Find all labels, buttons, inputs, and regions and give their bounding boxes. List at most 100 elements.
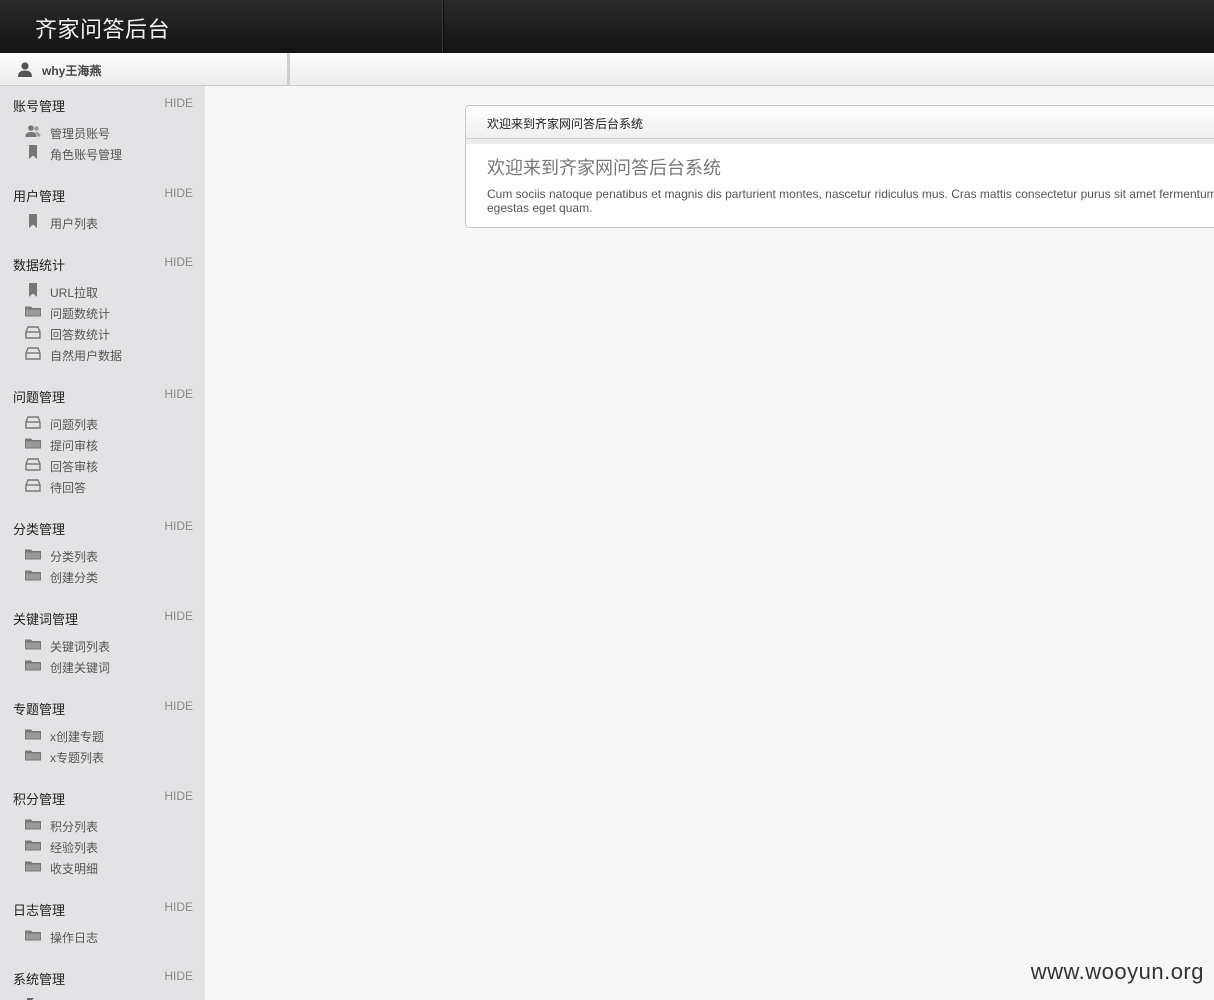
- inbox-icon: [25, 415, 41, 429]
- sidebar-item[interactable]: 收支明细: [0, 856, 205, 877]
- sidebar-item[interactable]: 问题数统计: [0, 301, 205, 322]
- sidebar-item-label: 创建分类: [50, 571, 99, 585]
- folder-icon: [25, 547, 41, 561]
- sidebar-item[interactable]: x专题列表: [0, 745, 205, 766]
- sidebar-item[interactable]: x创建专题: [0, 724, 205, 745]
- section-title: 数据统计: [13, 258, 66, 273]
- inbox-icon: [25, 478, 41, 492]
- sidebar-section-header: 关键词管理 HIDE: [0, 603, 205, 627]
- sidebar-item[interactable]: 创建分类: [0, 565, 205, 586]
- sidebar-item[interactable]: 管理员账号: [0, 121, 205, 142]
- sidebar-item-label: URL拉取: [50, 286, 99, 300]
- app-title[interactable]: 齐家问答后台: [35, 12, 170, 44]
- hide-toggle[interactable]: HIDE: [164, 186, 193, 200]
- section-title: 问题管理: [13, 390, 66, 405]
- inbox-icon: [25, 325, 41, 339]
- sidebar-item-label: 待回答: [50, 481, 87, 495]
- hide-toggle[interactable]: HIDE: [164, 96, 193, 110]
- sidebar-item[interactable]: 创建关键词: [0, 655, 205, 676]
- user-icon: [18, 62, 32, 77]
- hide-toggle[interactable]: HIDE: [164, 255, 193, 269]
- sidebar-section-header: 账号管理 HIDE: [0, 90, 205, 114]
- sidebar-item[interactable]: 退出: [0, 994, 205, 1000]
- watermark: www.wooyun.org: [1030, 959, 1204, 984]
- sidebar-item-label: x创建专题: [50, 730, 105, 744]
- title-box: 齐家问答后台: [0, 0, 444, 53]
- hide-toggle[interactable]: HIDE: [164, 900, 193, 914]
- user-bar: why王海燕: [0, 53, 1214, 86]
- sidebar-item[interactable]: 角色账号管理: [0, 142, 205, 163]
- sidebar-item-label: 收支明细: [50, 862, 99, 876]
- sidebar-item-label: 经验列表: [50, 841, 99, 855]
- user-box: why王海燕: [0, 53, 290, 86]
- sidebar-section-header: 专题管理 HIDE: [0, 693, 205, 717]
- section-title: 分类管理: [13, 522, 66, 537]
- sidebar-section-header: 分类管理 HIDE: [0, 513, 205, 537]
- sidebar-item[interactable]: URL拉取: [0, 280, 205, 301]
- folder-icon: [25, 568, 41, 582]
- folder-icon: [25, 928, 41, 942]
- folder-icon: [25, 727, 41, 741]
- sidebar-section-header: 积分管理 HIDE: [0, 783, 205, 807]
- panel-text-line: Cum sociis natoque penatibus et magnis d…: [487, 187, 1214, 201]
- sidebar-item[interactable]: 用户列表: [0, 211, 205, 232]
- section-title: 账号管理: [13, 99, 66, 114]
- hide-toggle[interactable]: HIDE: [164, 699, 193, 713]
- sidebar-item[interactable]: 提问审核: [0, 433, 205, 454]
- sidebar-item-label: 创建关键词: [50, 661, 111, 675]
- sidebar-item-label: 操作日志: [50, 931, 99, 945]
- panel-header-text: 欢迎来到齐家网问答后台系统: [487, 117, 644, 131]
- section-title: 关键词管理: [13, 612, 79, 627]
- hide-toggle[interactable]: HIDE: [164, 789, 193, 803]
- inbox-icon: [25, 346, 41, 360]
- sidebar-item-label: 自然用户数据: [50, 349, 123, 363]
- bookmark-icon: [25, 283, 41, 297]
- sidebar-section-header: 问题管理 HIDE: [0, 381, 205, 405]
- sidebar-item-label: 积分列表: [50, 820, 99, 834]
- section-title: 系统管理: [13, 972, 66, 987]
- sidebar-item[interactable]: 关键词列表: [0, 634, 205, 655]
- sidebar-item[interactable]: 问题列表: [0, 412, 205, 433]
- sidebar-item-label: 回答审核: [50, 460, 99, 474]
- sidebar-item[interactable]: 自然用户数据: [0, 343, 205, 364]
- sidebar-item-label: 问题数统计: [50, 307, 111, 321]
- sidebar-item[interactable]: 回答数统计: [0, 322, 205, 343]
- sidebar-item-label: 管理员账号: [50, 127, 111, 141]
- sidebar: 账号管理 HIDE 管理员账号角色账号管理用户管理 HIDE 用户列表数据统计 HIDE U…: [0, 86, 205, 1000]
- sidebar-item[interactable]: 待回答: [0, 475, 205, 496]
- folder-icon: [25, 637, 41, 651]
- section-title: 日志管理: [13, 903, 66, 918]
- panel-divider: [466, 139, 1214, 144]
- sidebar-item-label: 分类列表: [50, 550, 99, 564]
- section-title: 用户管理: [13, 189, 66, 204]
- sidebar-item[interactable]: 操作日志: [0, 925, 205, 946]
- folder-icon: [25, 304, 41, 318]
- sidebar-item-label: 问题列表: [50, 418, 99, 432]
- sidebar-item-label: 用户列表: [50, 217, 99, 231]
- sidebar-section-header: 日志管理 HIDE: [0, 894, 205, 918]
- sidebar-section-header: 系统管理 HIDE: [0, 963, 205, 987]
- folder-icon: [25, 859, 41, 873]
- sidebar-item-label: x专题列表: [50, 751, 105, 765]
- sidebar-item-label: 角色账号管理: [50, 148, 123, 162]
- hide-toggle[interactable]: HIDE: [164, 969, 193, 983]
- sidebar-item[interactable]: 经验列表: [0, 835, 205, 856]
- hide-toggle[interactable]: HIDE: [164, 519, 193, 533]
- sidebar-section-header: 数据统计 HIDE: [0, 249, 205, 273]
- folder-icon: [25, 436, 41, 450]
- folder-icon: [25, 838, 41, 852]
- hide-toggle[interactable]: HIDE: [164, 387, 193, 401]
- folder-icon: [25, 817, 41, 831]
- sidebar-section-header: 用户管理 HIDE: [0, 180, 205, 204]
- sidebar-item[interactable]: 分类列表: [0, 544, 205, 565]
- sidebar-item[interactable]: 积分列表: [0, 814, 205, 835]
- bookmark-icon: [25, 145, 41, 159]
- hide-toggle[interactable]: HIDE: [164, 609, 193, 623]
- bookmark-icon: [25, 214, 41, 228]
- sidebar-item[interactable]: 回答审核: [0, 454, 205, 475]
- panel-text-line: egestas eget quam.: [487, 201, 593, 215]
- panel-text: Cum sociis natoque penatibus et magnis d…: [487, 187, 1214, 215]
- panel-header: 欢迎来到齐家网问答后台系统: [466, 106, 1214, 139]
- username[interactable]: why王海燕: [42, 62, 101, 79]
- folder-icon: [25, 658, 41, 672]
